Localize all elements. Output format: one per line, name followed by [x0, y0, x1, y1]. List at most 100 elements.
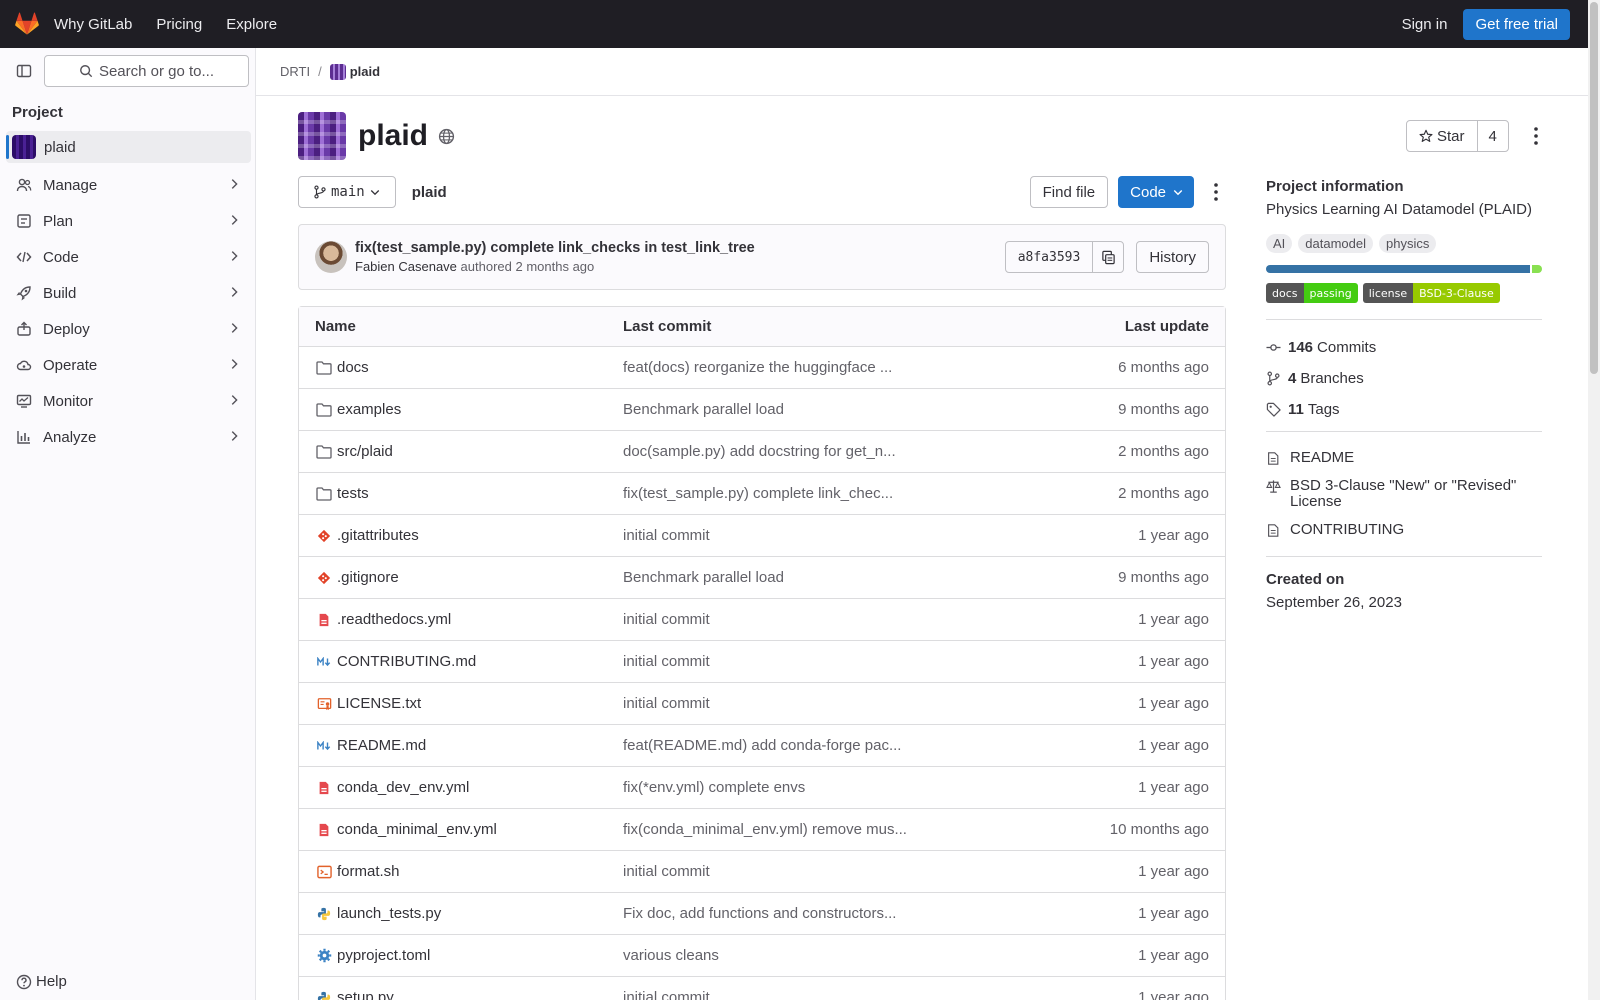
file-commit-link[interactable]: Benchmark parallel load: [623, 569, 913, 586]
language-bar[interactable]: [1266, 265, 1542, 273]
repository-actions-button[interactable]: [1206, 180, 1226, 204]
table-row[interactable]: examples Benchmark parallel load 9 months …: [299, 389, 1225, 431]
avatar[interactable]: [315, 241, 347, 273]
table-row[interactable]: .gitignore Benchmark parallel load 9 month…: [299, 557, 1225, 599]
license-badge[interactable]: license BSD-3-Clause: [1362, 283, 1500, 303]
sidebar-toggle-button[interactable]: [10, 57, 38, 85]
branch-selector[interactable]: main: [298, 176, 396, 208]
commit-author-link[interactable]: Fabien Casenave: [355, 259, 457, 274]
file-name-cell[interactable]: .readthedocs.yml: [315, 611, 623, 628]
topic-badge[interactable]: physics: [1379, 234, 1437, 253]
readme-link[interactable]: README: [1266, 450, 1542, 466]
file-name-cell[interactable]: .gitignore: [315, 569, 623, 586]
file-commit-link[interactable]: initial commit: [623, 611, 913, 628]
file-commit-link[interactable]: fix(conda_minimal_env.yml) remove mus...: [623, 821, 913, 838]
file-commit-link[interactable]: various cleans: [623, 947, 913, 964]
table-row[interactable]: src/plaid doc(sample.py) add docstring fo…: [299, 431, 1225, 473]
topic-badge[interactable]: datamodel: [1298, 234, 1374, 253]
file-name-cell[interactable]: setup.py: [315, 989, 623, 1000]
table-row[interactable]: README.md feat(README.md) add conda-forge…: [299, 725, 1225, 767]
file-commit-link[interactable]: initial commit: [623, 653, 913, 670]
file-commit-link[interactable]: feat(README.md) add conda-forge pac...: [623, 737, 913, 754]
file-commit-link[interactable]: initial commit: [623, 989, 913, 1000]
commit-sha-link[interactable]: a8fa3593: [1006, 242, 1094, 272]
file-name-cell[interactable]: .gitattributes: [315, 527, 623, 544]
plan-icon: [14, 213, 34, 229]
file-name-cell[interactable]: launch_tests.py: [315, 905, 623, 922]
tags-link[interactable]: 11 Tags: [1266, 394, 1542, 425]
sidebar-item-manage[interactable]: Manage: [0, 167, 255, 203]
license-link[interactable]: BSD 3-Clause "New" or "Revised" License: [1266, 478, 1542, 510]
page-scrollbar[interactable]: [1588, 0, 1600, 1000]
copy-sha-button[interactable]: [1093, 242, 1123, 272]
file-commit-link[interactable]: initial commit: [623, 863, 913, 880]
file-name-cell[interactable]: docs: [315, 359, 623, 376]
file-name-cell[interactable]: pyproject.toml: [315, 947, 623, 964]
table-row[interactable]: tests fix(test_sample.py) complete link_c…: [299, 473, 1225, 515]
branches-link[interactable]: 4 Branches: [1266, 363, 1542, 394]
free-trial-button[interactable]: Get free trial: [1463, 8, 1570, 40]
nav-pricing[interactable]: Pricing: [156, 16, 202, 33]
gitlab-logo-icon[interactable]: [0, 0, 54, 48]
repository-path[interactable]: plaid: [412, 184, 447, 201]
nav-explore[interactable]: Explore: [226, 16, 277, 33]
table-row[interactable]: conda_dev_env.yml fix(*env.yml) complete …: [299, 767, 1225, 809]
file-commit-link[interactable]: initial commit: [623, 695, 913, 712]
file-commit-link[interactable]: Benchmark parallel load: [623, 401, 913, 418]
docs-badge[interactable]: docs passing: [1266, 283, 1358, 303]
sidebar-item-analyze[interactable]: Analyze: [0, 419, 255, 455]
breadcrumb-group[interactable]: DRTI: [280, 64, 310, 79]
table-row[interactable]: launch_tests.py Fix doc, add functions an…: [299, 893, 1225, 935]
table-row[interactable]: LICENSE.txt initial commit 1 year ago: [299, 683, 1225, 725]
sign-in-link[interactable]: Sign in: [1402, 16, 1448, 33]
file-name-cell[interactable]: CONTRIBUTING.md: [315, 653, 623, 670]
file-name-cell[interactable]: LICENSE.txt: [315, 695, 623, 712]
history-button[interactable]: History: [1136, 241, 1209, 273]
help-button[interactable]: Help: [16, 973, 67, 990]
breadcrumb-project[interactable]: plaid: [329, 63, 380, 80]
table-row[interactable]: format.sh initial commit 1 year ago: [299, 851, 1225, 893]
file-name-cell[interactable]: conda_minimal_env.yml: [315, 821, 623, 838]
file-name-cell[interactable]: conda_dev_env.yml: [315, 779, 623, 796]
star-button[interactable]: Star: [1407, 121, 1478, 151]
table-row[interactable]: CONTRIBUTING.md initial commit 1 year ago: [299, 641, 1225, 683]
sidebar-item-project[interactable]: plaid: [6, 131, 251, 163]
project-actions-button[interactable]: [1528, 124, 1544, 151]
file-commit-link[interactable]: fix(test_sample.py) complete link_chec..…: [623, 485, 913, 502]
search-button[interactable]: Search or go to...: [44, 55, 249, 87]
file-name-cell[interactable]: tests: [315, 485, 623, 502]
file-commit-link[interactable]: Fix doc, add functions and constructors.…: [623, 905, 913, 922]
sidebar-item-code[interactable]: Code: [0, 239, 255, 275]
file-commit-link[interactable]: doc(sample.py) add docstring for get_n..…: [623, 443, 913, 460]
table-row[interactable]: docs feat(docs) reorganize the huggingfac…: [299, 347, 1225, 389]
table-row[interactable]: conda_minimal_env.yml fix(conda_minimal_e…: [299, 809, 1225, 851]
code-dropdown-button[interactable]: Code: [1118, 176, 1194, 208]
table-row[interactable]: pyproject.toml various cleans 1 year ago: [299, 935, 1225, 977]
topic-badge[interactable]: AI: [1266, 234, 1293, 253]
file-name-cell[interactable]: README.md: [315, 737, 623, 754]
file-commit-link[interactable]: fix(*env.yml) complete envs: [623, 779, 913, 796]
sidebar-item-plan[interactable]: Plan: [0, 203, 255, 239]
sidebar-item-build[interactable]: Build: [0, 275, 255, 311]
language-segment[interactable]: [1266, 265, 1531, 273]
find-file-button[interactable]: Find file: [1029, 176, 1109, 208]
file-name-cell[interactable]: format.sh: [315, 863, 623, 880]
commits-link[interactable]: 146 Commits: [1266, 332, 1542, 363]
scrollbar-thumb[interactable]: [1590, 2, 1598, 374]
table-row[interactable]: setup.py initial commit 1 year ago: [299, 977, 1225, 1000]
file-name-cell[interactable]: examples: [315, 401, 623, 418]
created-on: Created on September 26, 2023: [1266, 571, 1542, 611]
table-row[interactable]: .readthedocs.yml initial commit 1 year ago: [299, 599, 1225, 641]
file-name-cell[interactable]: src/plaid: [315, 443, 623, 460]
sidebar-item-operate[interactable]: Operate: [0, 347, 255, 383]
file-commit-link[interactable]: feat(docs) reorganize the huggingface ..…: [623, 359, 913, 376]
sidebar-item-monitor[interactable]: Monitor: [0, 383, 255, 419]
sidebar-item-deploy[interactable]: Deploy: [0, 311, 255, 347]
nav-why-gitlab[interactable]: Why GitLab: [54, 16, 132, 33]
contributing-link[interactable]: CONTRIBUTING: [1266, 522, 1542, 538]
commit-message-link[interactable]: fix(test_sample.py) complete link_checks…: [355, 240, 755, 256]
table-row[interactable]: .gitattributes initial commit 1 year ago: [299, 515, 1225, 557]
language-segment[interactable]: [1532, 265, 1542, 273]
star-count[interactable]: 4: [1478, 121, 1508, 151]
file-commit-link[interactable]: initial commit: [623, 527, 913, 544]
